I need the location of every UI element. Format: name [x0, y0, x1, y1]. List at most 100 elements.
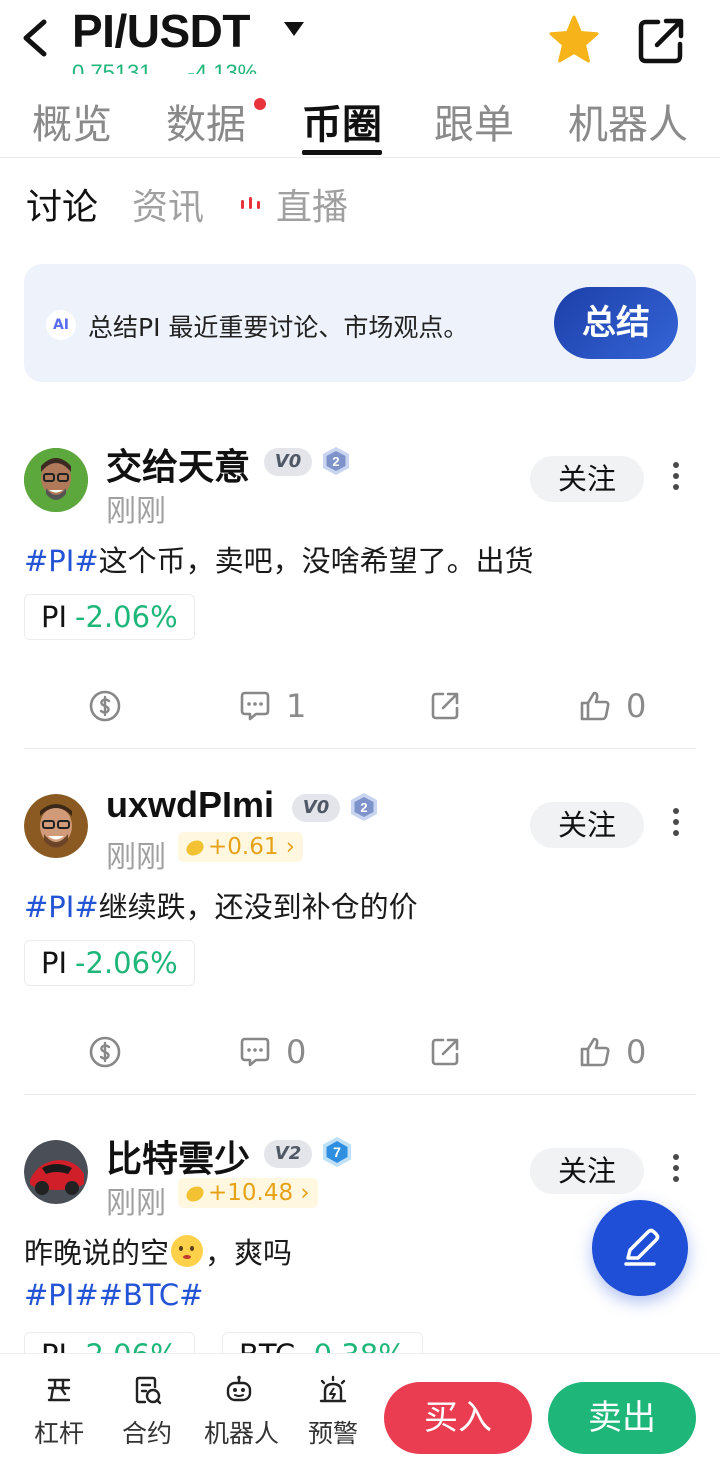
- tip-button[interactable]: [88, 686, 122, 726]
- coin-icon: [183, 1182, 207, 1205]
- level-number: 2: [360, 800, 367, 815]
- more-options-icon[interactable]: [664, 804, 688, 844]
- share-post-button[interactable]: [428, 1032, 462, 1072]
- comment-button[interactable]: 1: [238, 686, 306, 726]
- comment-count: 1: [286, 687, 307, 725]
- ticker-chip[interactable]: BTC -0.38%: [222, 1332, 423, 1354]
- tab-news[interactable]: 资讯: [132, 178, 204, 230]
- username[interactable]: 比特雲少: [106, 1132, 250, 1182]
- comment-button[interactable]: 0: [238, 1032, 306, 1072]
- compose-post-button[interactable]: [592, 1200, 688, 1296]
- pencil-icon: [624, 1228, 660, 1266]
- follow-button[interactable]: 关注: [530, 802, 644, 848]
- share-icon: [431, 692, 459, 720]
- ticker-chip[interactable]: PI-2.06%: [24, 594, 195, 640]
- thumbs-up-icon: [580, 1037, 610, 1067]
- buy-button[interactable]: 买入: [384, 1382, 532, 1454]
- tab-discussion[interactable]: 讨论: [26, 178, 98, 230]
- username[interactable]: uxwdPImi: [106, 784, 274, 826]
- level-number: 7: [333, 1144, 341, 1160]
- tab-copy-trading[interactable]: 跟单: [434, 92, 514, 150]
- coin-icon: [183, 836, 207, 859]
- ticker-change: -0.38%: [303, 1338, 406, 1354]
- comment-icon: [240, 691, 270, 721]
- post-text: 继续跌，还没到补仓的价: [98, 890, 418, 924]
- level-number: 2: [332, 454, 339, 469]
- more-options-icon[interactable]: [664, 1150, 688, 1190]
- ticker-chip[interactable]: PI-2.06%: [24, 940, 195, 986]
- tab-data[interactable]: 数据: [166, 92, 246, 150]
- hashtag[interactable]: #PI#: [24, 1278, 99, 1312]
- comment-count: 0: [286, 1033, 307, 1071]
- ticker-change: -2.06%: [75, 1338, 178, 1354]
- tab-overview[interactable]: 概览: [32, 92, 112, 150]
- level-badge: 2: [322, 446, 350, 476]
- avatar[interactable]: [24, 448, 88, 512]
- more-options-icon[interactable]: [664, 458, 688, 498]
- ai-summary-card: AI 总结PI 最近重要讨论、市场观点。 总结: [24, 264, 696, 382]
- post-hashtags[interactable]: #PI##BTC#: [24, 1278, 203, 1312]
- post-content[interactable]: #PI#这个币，卖吧，没啥希望了。出货: [24, 538, 534, 580]
- nav-label: 机器人: [204, 1419, 280, 1448]
- back-button[interactable]: [18, 18, 52, 58]
- post-card: uxwdPImi V0 2 刚刚 +0.61 › 关注 #PI#继续跌，还没到补…: [0, 784, 720, 1096]
- coin-amount: +10.48: [208, 1180, 294, 1206]
- pair-title[interactable]: PI/USDT: [72, 4, 250, 58]
- ticker-change: -2.06%: [75, 600, 178, 634]
- hashtag[interactable]: #PI#: [24, 890, 99, 924]
- follow-button[interactable]: 关注: [530, 456, 644, 502]
- like-button[interactable]: 0: [578, 686, 646, 726]
- share-post-button[interactable]: [428, 686, 462, 726]
- share-button[interactable]: [634, 14, 688, 68]
- share-icon: [638, 18, 684, 64]
- tab-live[interactable]: 直播: [276, 178, 348, 230]
- like-count: 0: [626, 687, 647, 725]
- ai-summary-text: 总结PI 最近重要讨论、市场观点。: [88, 313, 469, 342]
- post-content[interactable]: #PI#继续跌，还没到补仓的价: [24, 884, 418, 926]
- like-button[interactable]: 0: [578, 1032, 646, 1072]
- post-text: 昨晚说的空: [24, 1236, 170, 1270]
- price-ticker: 0.75131 -4.13%: [72, 60, 293, 74]
- nav-leverage[interactable]: 杠杆: [24, 1374, 94, 1450]
- tab-crypto-circle[interactable]: 币圈: [302, 92, 382, 150]
- post-time: 刚刚: [106, 1186, 166, 1221]
- divider: [24, 748, 696, 749]
- hashtag[interactable]: #PI#: [24, 544, 99, 578]
- robot-icon: [226, 1375, 252, 1402]
- coin-amount: +0.61: [208, 834, 279, 860]
- nav-contract[interactable]: 合约: [112, 1374, 182, 1450]
- follow-button[interactable]: 关注: [530, 1148, 644, 1194]
- coin-reward-chip[interactable]: +0.61 ›: [178, 832, 303, 862]
- contract-icon: [135, 1376, 162, 1405]
- level-badge: 7: [322, 1136, 351, 1167]
- ticker-symbol: BTC: [239, 1338, 295, 1354]
- nav-alert[interactable]: 预警: [298, 1374, 368, 1450]
- post-content[interactable]: 昨晚说的空 ，爽吗: [24, 1230, 292, 1272]
- username[interactable]: 交给天意: [106, 438, 250, 490]
- tab-bots[interactable]: 机器人: [568, 92, 688, 150]
- nav-label: 预警: [307, 1419, 358, 1448]
- post-actions: 0 0: [0, 1032, 720, 1072]
- sell-button[interactable]: 卖出: [548, 1382, 696, 1454]
- hashtag[interactable]: #BTC#: [99, 1278, 204, 1312]
- caret-down-icon[interactable]: [282, 20, 306, 38]
- ticker-symbol: PI: [41, 946, 68, 980]
- avatar[interactable]: [24, 794, 88, 858]
- live-icon: [241, 197, 260, 209]
- nav-robot[interactable]: 机器人: [204, 1374, 280, 1450]
- ticker-chip[interactable]: PI -2.06%: [24, 1332, 195, 1354]
- ticker-symbol: PI: [41, 1338, 67, 1354]
- comment-icon: [240, 1037, 270, 1067]
- bottom-trade-bar: 杠杆 合约 机器人 预警 买入 卖出: [0, 1354, 720, 1480]
- coin-icon: [89, 1036, 121, 1068]
- summarize-button[interactable]: 总结: [554, 287, 678, 359]
- coin-reward-chip[interactable]: +10.48 ›: [178, 1178, 318, 1208]
- vip-badge: V0: [264, 448, 312, 476]
- sub-tabs: 讨论 资讯 直播: [0, 170, 720, 230]
- favorite-button[interactable]: [546, 14, 602, 66]
- share-icon: [431, 1038, 459, 1066]
- tip-button[interactable]: [88, 1032, 122, 1072]
- avatar[interactable]: [24, 1140, 88, 1204]
- active-tab-indicator: [302, 150, 382, 155]
- nav-label: 杠杆: [33, 1419, 84, 1448]
